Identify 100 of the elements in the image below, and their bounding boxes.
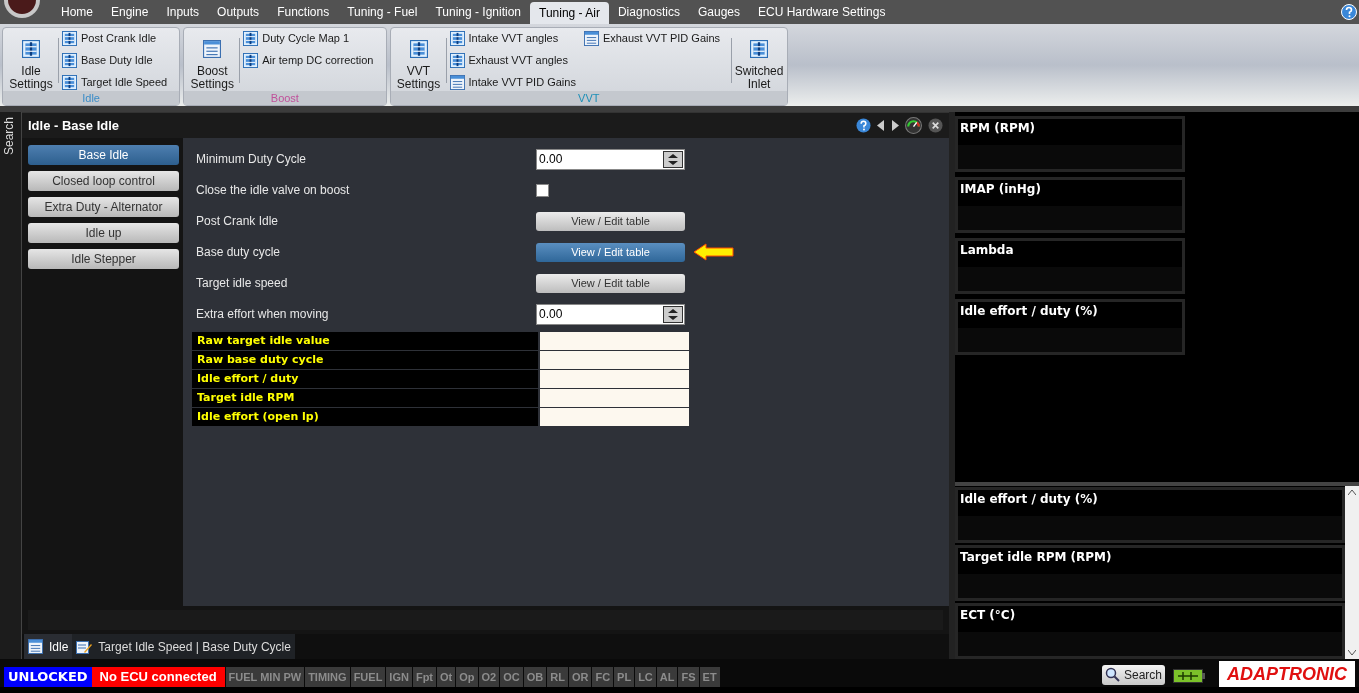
grid-icon xyxy=(750,40,769,58)
group-label: VVT xyxy=(390,91,788,105)
menu-tab[interactable]: Tuning - Ignition xyxy=(426,0,531,24)
status-flag: FC xyxy=(592,667,614,687)
list-icon xyxy=(583,31,599,46)
search-icon xyxy=(1104,667,1121,683)
status-flag: AL xyxy=(656,667,678,687)
menu-tab[interactable]: Diagnostics xyxy=(608,0,689,24)
ribbon-large-button[interactable]: VVT Settings xyxy=(394,30,443,91)
menu-tab[interactable]: Gauges xyxy=(689,0,749,24)
nav-button[interactable]: Extra Duty - Alternator xyxy=(28,196,179,217)
gauge-tile: Idle effort / duty (%) xyxy=(955,299,1185,355)
ribbon-large-button[interactable]: Idle Settings xyxy=(7,30,55,91)
gauge-tile: Idle effort / duty (%) xyxy=(955,487,1345,543)
menu-tab[interactable]: Functions xyxy=(268,0,339,24)
number-field[interactable]: 0.00 xyxy=(536,303,685,325)
ribbon-large-button[interactable]: Boost Settings xyxy=(188,30,237,91)
gauge-tile: IMAP (inHg) xyxy=(955,177,1185,233)
status-flag: FS xyxy=(678,667,699,687)
menu-tab[interactable]: Tuning - Air xyxy=(530,2,609,24)
menu-tab[interactable]: Tuning - Fuel xyxy=(338,0,427,24)
readout-label: Raw base duty cycle xyxy=(192,350,538,369)
gauge-tile: RPM (RPM) xyxy=(955,116,1185,172)
status-flag: OR xyxy=(568,667,592,687)
grid-icon xyxy=(449,31,465,46)
ribbon-button[interactable]: Intake VVT angles xyxy=(449,30,576,47)
spinner-icon[interactable] xyxy=(663,305,683,323)
status-flag: LC xyxy=(635,667,656,687)
readout-label: Idle effort / duty xyxy=(192,369,538,388)
ribbon-button[interactable]: Target Idle Speed xyxy=(62,74,168,91)
menu-tab[interactable]: Inputs xyxy=(157,0,209,24)
menu-tab[interactable]: Home xyxy=(52,0,102,24)
app-logo-icon xyxy=(2,0,42,18)
nav-button[interactable]: Idle Stepper xyxy=(28,248,179,269)
readout-label: Target idle RPM xyxy=(192,388,538,407)
help-icon[interactable] xyxy=(1341,4,1357,20)
grid-icon xyxy=(62,75,77,90)
forward-icon[interactable] xyxy=(891,119,899,131)
ribbon-button[interactable]: Intake VVT PID Gains xyxy=(449,74,576,91)
setting-label: Minimum Duty Cycle xyxy=(195,151,307,169)
status-flag: FUEL xyxy=(350,667,386,687)
gauge-tile: Lambda xyxy=(955,238,1185,294)
grid-icon xyxy=(22,40,40,58)
menu-tab[interactable]: ECU Hardware Settings xyxy=(749,0,895,24)
status-flag: ET xyxy=(699,667,720,687)
edit-icon xyxy=(76,638,93,655)
ribbon-large-button[interactable]: Switched Inlet xyxy=(735,30,784,91)
number-field[interactable]: 0.00 xyxy=(536,148,685,170)
ribbon-button[interactable]: Air temp DC correction xyxy=(243,52,374,69)
connection-status: No ECU connected xyxy=(91,667,225,687)
scroll-down-icon[interactable] xyxy=(1348,650,1356,655)
search-side-tab[interactable]: Search xyxy=(0,112,21,160)
view-edit-button[interactable]: View / Edit table xyxy=(536,242,685,262)
ribbon-button[interactable]: Post Crank Idle xyxy=(62,30,168,47)
view-edit-button[interactable]: View / Edit table xyxy=(536,211,685,231)
gauge-tile: Target idle RPM (RPM) xyxy=(955,545,1345,601)
ribbon-button[interactable]: Exhaust VVT angles xyxy=(449,52,576,69)
group-label: Boost xyxy=(184,91,386,105)
nav-button[interactable]: Closed loop control xyxy=(28,170,179,191)
group-label: Idle xyxy=(3,91,180,105)
help-icon[interactable] xyxy=(856,117,871,133)
ribbon-button[interactable]: Duty Cycle Map 1 xyxy=(243,30,374,47)
gauge-icon[interactable] xyxy=(905,116,922,134)
grid-icon xyxy=(409,40,428,58)
menu-tab[interactable]: Engine xyxy=(102,0,158,24)
panel-title: Idle - Base Idle xyxy=(28,116,121,135)
readout-label: Idle effort (open lp) xyxy=(192,407,538,426)
grid-icon xyxy=(243,53,259,68)
status-flag: OB xyxy=(523,667,547,687)
nav-button[interactable]: Base Idle xyxy=(28,144,179,165)
checkbox[interactable] xyxy=(536,183,549,197)
grid-icon xyxy=(243,31,259,46)
document-tab[interactable]: Idle xyxy=(24,634,73,659)
list-icon xyxy=(449,75,465,90)
status-flag: PL xyxy=(614,667,635,687)
grid-icon xyxy=(449,53,465,68)
grid-icon xyxy=(62,53,77,68)
battery-icon xyxy=(1173,669,1205,683)
status-flag: O2 xyxy=(478,667,500,687)
menu-tab[interactable]: Outputs xyxy=(208,0,269,24)
back-icon[interactable] xyxy=(877,119,885,131)
status-flag: Ot xyxy=(437,667,456,687)
lock-status: UNLOCKED xyxy=(4,667,92,687)
nav-button[interactable]: Idle up xyxy=(28,222,179,243)
ribbon-button[interactable]: Exhaust VVT PID Gains xyxy=(583,30,721,47)
readout-label: Raw target idle value xyxy=(192,331,538,350)
setting-label: Close the idle valve on boost xyxy=(195,182,351,200)
document-tab[interactable]: Target Idle Speed | Base Duty Cycle xyxy=(72,634,295,659)
search-button[interactable]: Search xyxy=(1101,665,1165,685)
list-icon xyxy=(203,40,222,58)
view-edit-button[interactable]: View / Edit table xyxy=(536,273,685,293)
scrollbar[interactable] xyxy=(1345,486,1359,659)
close-icon[interactable] xyxy=(928,117,943,133)
scroll-up-icon[interactable] xyxy=(1348,490,1356,495)
spinner-icon[interactable] xyxy=(663,150,683,168)
status-flag: OC xyxy=(500,667,523,687)
status-flag: TIMING xyxy=(305,667,350,687)
ribbon-button[interactable]: Base Duty Idle xyxy=(62,52,168,69)
setting-label: Extra effort when moving xyxy=(195,306,330,324)
setting-label: Post Crank Idle xyxy=(195,213,280,231)
